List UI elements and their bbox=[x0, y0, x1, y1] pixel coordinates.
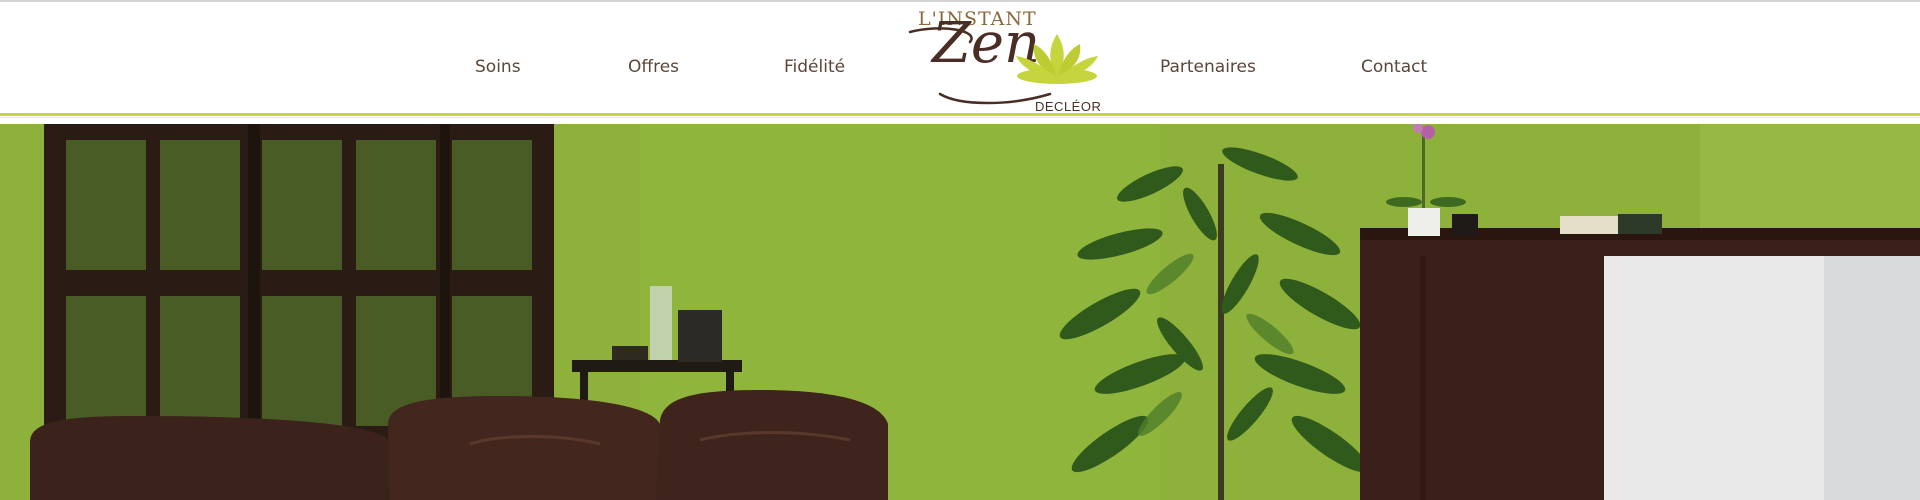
hero-photo-illustration bbox=[0, 124, 1920, 500]
site-logo[interactable]: L'INSTANT Zen DECLÉOR bbox=[900, 2, 1110, 116]
carved-screen bbox=[44, 124, 554, 440]
nav-link-partenaires[interactable]: Partenaires bbox=[1160, 57, 1256, 77]
nav-link-contact[interactable]: Contact bbox=[1361, 57, 1427, 77]
lotus-icon bbox=[1016, 34, 1098, 84]
nav-link-offres[interactable]: Offres bbox=[628, 57, 679, 77]
logo-brand-text: DECLÉOR bbox=[1035, 99, 1102, 114]
nav-link-fidelite[interactable]: Fidélité bbox=[784, 57, 845, 77]
hero-image bbox=[0, 124, 1920, 500]
site-header: Soins Offres Fidélité Partenaires Contac… bbox=[0, 2, 1920, 114]
header-divider bbox=[0, 113, 1920, 116]
nav-link-soins[interactable]: Soins bbox=[475, 57, 521, 77]
header-divider-secondary bbox=[0, 117, 1920, 118]
